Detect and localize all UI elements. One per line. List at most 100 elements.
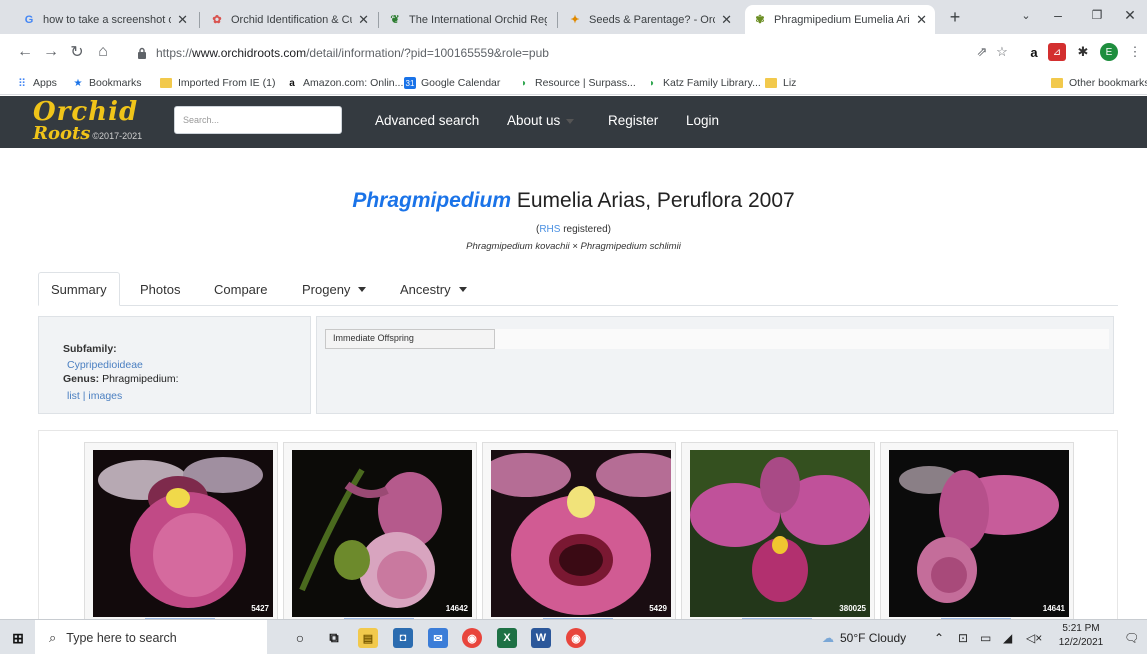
tab-photos[interactable]: Photos	[128, 272, 192, 306]
bookmark-bookmarks[interactable]: ★ Bookmarks	[72, 75, 142, 91]
site-logo[interactable]: Orchid Roots ©2017-2021	[33, 97, 142, 143]
address-bar[interactable]: https://www.orchidroots.com/detail/infor…	[126, 39, 996, 66]
extensions-icon[interactable]: ✱	[1074, 43, 1092, 61]
grex-name: Eumelia Arias, Peruflora 2007	[516, 189, 795, 212]
close-icon[interactable]: ✕	[916, 12, 927, 28]
calendar-icon: 31	[404, 77, 416, 89]
nav-label: About us	[507, 113, 561, 128]
browser-tab[interactable]: ✿ Orchid Identification & Cultu ✕	[202, 5, 377, 34]
mail-icon[interactable]: ✉	[428, 628, 448, 648]
weather-widget[interactable]: ☁ 50°F Cloudy	[822, 620, 906, 655]
chevron-down-icon	[358, 286, 367, 292]
folder-icon	[160, 78, 172, 88]
browser-tab-active[interactable]: ✾ Phragmipedium Eumelia Aria ✕	[745, 5, 935, 34]
resource-icon: ◗	[648, 77, 656, 89]
windows-start-icon[interactable]: ⊞	[8, 628, 28, 648]
orchid-photo[interactable]: 14641	[889, 450, 1069, 617]
outlook-tray-icon[interactable]: ⊡	[958, 620, 968, 655]
orchid-photo[interactable]: 14642	[292, 450, 472, 617]
reload-button[interactable]: ↻	[66, 41, 88, 63]
orchid-photo[interactable]: 5429	[491, 450, 671, 617]
taskbar-search[interactable]: ⌕ Type here to search	[35, 620, 267, 655]
tab-compare[interactable]: Compare	[202, 272, 279, 306]
task-view-icon[interactable]: ⧉	[324, 628, 344, 648]
tab-ancestry[interactable]: Ancestry	[388, 272, 479, 306]
bookmark-resource[interactable]: ◗ Resource | Surpass...	[518, 75, 636, 91]
bookmark-other[interactable]: Other bookmarks	[1051, 75, 1147, 91]
tab-search-icon[interactable]: ⌄	[1009, 4, 1043, 26]
orchid-photo[interactable]: 380025	[690, 450, 870, 617]
tab-title: Seeds & Parentage? - Orchic	[589, 13, 715, 26]
excel-icon[interactable]: X	[497, 628, 517, 648]
bookmark-label: Google Calendar	[421, 77, 501, 89]
logo-text: Orchid	[33, 97, 139, 127]
browser-tab[interactable]: ❦ The International Orchid Reg	[380, 5, 555, 34]
close-icon[interactable]: ✕	[358, 12, 369, 28]
profile-avatar[interactable]: E	[1100, 43, 1118, 61]
close-icon[interactable]: ✕	[721, 12, 732, 28]
bookmark-apps[interactable]: ⠿ Apps	[16, 75, 57, 91]
volume-icon[interactable]: ◁×	[1026, 620, 1042, 655]
notifications-icon[interactable]: 🗨	[1124, 620, 1139, 655]
nav-register[interactable]: Register	[608, 113, 658, 128]
tab-progeny[interactable]: Progeny	[290, 272, 378, 306]
bookmark-imported-ie[interactable]: Imported From IE (1)	[160, 75, 275, 91]
bookmark-katz-library[interactable]: ◗ Katz Family Library...	[646, 75, 761, 91]
genus-images-link[interactable]: images	[88, 390, 122, 402]
minimize-button[interactable]: –	[1041, 4, 1075, 26]
photo-card[interactable]: 5427	[84, 442, 278, 622]
photo-card[interactable]: 380025	[681, 442, 875, 622]
bookmark-amazon[interactable]: a Amazon.com: Onlin...	[286, 75, 403, 91]
close-icon[interactable]: ✕	[177, 12, 188, 28]
immediate-offspring-button[interactable]: Immediate Offspring	[325, 329, 495, 349]
back-button[interactable]: ←	[14, 41, 36, 63]
new-tab-button[interactable]: +	[944, 6, 966, 28]
tray-chevron-icon[interactable]: ⌃	[934, 620, 944, 655]
file-explorer-icon[interactable]: ▤	[358, 628, 378, 648]
tab-title: how to take a screenshot on	[43, 13, 172, 26]
word-icon[interactable]: W	[531, 628, 551, 648]
chrome-icon[interactable]: ◉	[462, 628, 482, 648]
close-window-button[interactable]: ✕	[1113, 4, 1147, 26]
folder-icon	[1051, 78, 1063, 88]
taskbar-search-placeholder: Type here to search	[66, 630, 177, 645]
genus-list-link[interactable]: list	[67, 390, 80, 402]
weather-text: 50°F Cloudy	[840, 630, 907, 645]
home-button[interactable]: ⌂	[92, 41, 114, 63]
photo-card[interactable]: 14642	[283, 442, 477, 622]
nav-login[interactable]: Login	[686, 113, 719, 128]
tab-label: Compare	[214, 281, 268, 297]
browser-tab[interactable]: G how to take a screenshot on ✕	[14, 5, 196, 34]
chevron-down-icon	[566, 118, 575, 124]
maximize-button[interactable]: ❐	[1080, 4, 1114, 26]
share-icon[interactable]: ⇗	[973, 43, 991, 61]
battery-icon[interactable]: ▭	[980, 620, 991, 655]
star-icon[interactable]: ☆	[993, 43, 1011, 61]
menu-icon[interactable]: ⋮	[1126, 43, 1144, 61]
genus-label: Genus:	[63, 373, 100, 385]
orchid-photo[interactable]: 5427	[93, 450, 273, 617]
nav-advanced-search[interactable]: Advanced search	[375, 113, 479, 128]
photo-card[interactable]: 14641	[880, 442, 1074, 622]
amazon-icon[interactable]: a	[1025, 43, 1043, 61]
bookmark-liz[interactable]: Liz	[765, 75, 796, 91]
browser-tab[interactable]: ✦ Seeds & Parentage? - Orchic ✕	[560, 5, 740, 34]
bookmark-google-calendar[interactable]: 31 Google Calendar	[404, 75, 500, 91]
offspring-header-row: Immediate Offspring	[325, 329, 1109, 349]
site-search-input[interactable]	[174, 106, 342, 134]
chrome-icon[interactable]: ◉	[566, 628, 586, 648]
tab-summary[interactable]: Summary	[38, 272, 120, 306]
forward-button[interactable]: →	[40, 41, 62, 63]
site-navbar: Orchid Roots©2017-2021 Advanced search A…	[0, 96, 1147, 148]
taskbar-clock[interactable]: 5:21 PM 12/2/2021	[1057, 622, 1105, 650]
subfamily-link[interactable]: Cypripedioideae	[67, 359, 310, 371]
network-icon[interactable]: ◢	[1003, 620, 1012, 655]
store-icon[interactable]: ◘	[393, 628, 413, 648]
nav-about-us[interactable]: About us	[507, 113, 575, 128]
bookmark-label: Katz Family Library...	[663, 77, 761, 89]
cortana-icon[interactable]: ○	[290, 628, 310, 648]
pdf-icon[interactable]: ⊿	[1048, 43, 1066, 61]
search-icon: ⌕	[49, 629, 57, 645]
photo-card[interactable]: 5429	[482, 442, 676, 622]
rhs-link[interactable]: RHS	[539, 224, 560, 235]
